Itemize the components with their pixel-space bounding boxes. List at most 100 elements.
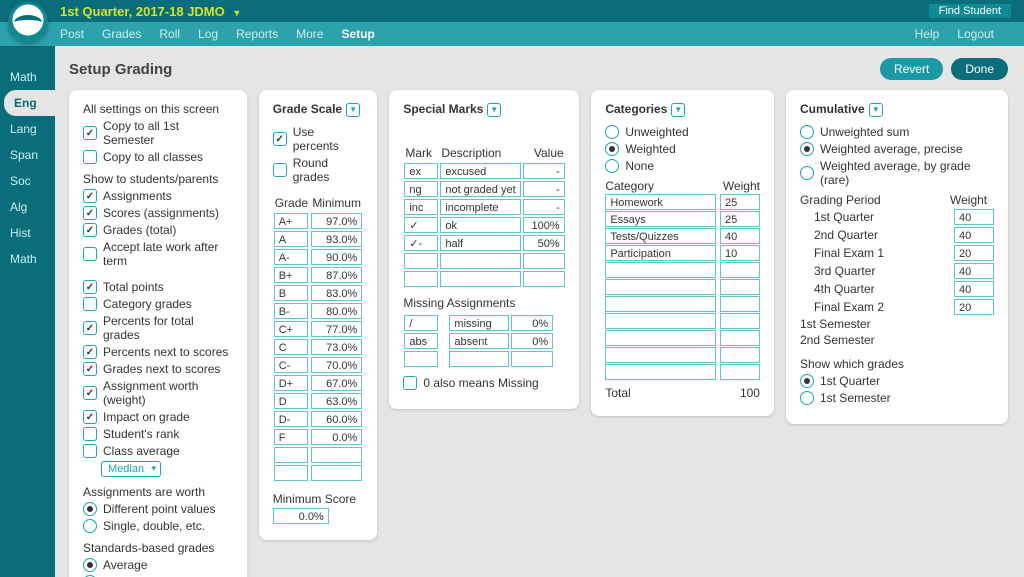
cat-weight-4[interactable] xyxy=(720,262,760,278)
cat-name-5[interactable] xyxy=(605,279,716,295)
copy-semester-checkbox[interactable] xyxy=(83,126,97,140)
mark-val-3[interactable]: 100% xyxy=(523,217,565,233)
min-cell-4[interactable]: 83.0% xyxy=(311,285,362,301)
zero-missing-checkbox[interactable] xyxy=(403,376,417,390)
mark-desc-5[interactable] xyxy=(440,253,520,269)
period-weight-0-2[interactable]: 20 xyxy=(954,245,994,261)
worth-opt-1-rad[interactable] xyxy=(83,519,97,533)
cat-mode-0-rad[interactable] xyxy=(605,125,619,139)
grade-cell-14[interactable] xyxy=(274,465,308,481)
grade-cell-9[interactable]: D+ xyxy=(274,375,308,391)
cumulative-dropdown-icon[interactable]: ▼ xyxy=(869,103,883,117)
min-cell-10[interactable]: 63.0% xyxy=(311,393,362,409)
grade-cell-1[interactable]: A xyxy=(274,231,308,247)
mark-val-1[interactable]: - xyxy=(523,181,565,197)
min-score-input[interactable]: 0.0% xyxy=(273,508,329,524)
grade-cell-0[interactable]: A+ xyxy=(274,213,308,229)
cat-mode-2-rad[interactable] xyxy=(605,159,619,173)
grade-cell-10[interactable]: D xyxy=(274,393,308,409)
done-button[interactable]: Done xyxy=(951,58,1008,80)
sidebar-item-soc-4[interactable]: Soc xyxy=(0,168,55,194)
missing-mark-2[interactable] xyxy=(404,351,438,367)
cat-weight-6[interactable] xyxy=(720,296,760,312)
round-grades-checkbox[interactable] xyxy=(273,163,287,177)
show-opt-2-chk[interactable] xyxy=(83,223,97,237)
sidebar-item-span-3[interactable]: Span xyxy=(0,142,55,168)
show-grade-1-rad[interactable] xyxy=(800,391,814,405)
nav-reports[interactable]: Reports xyxy=(236,27,278,41)
show-opt-3-chk[interactable] xyxy=(83,247,97,261)
cat-name-10[interactable] xyxy=(605,364,716,380)
display-opt-6-chk[interactable] xyxy=(83,410,97,424)
mark-desc-2[interactable]: incomplete xyxy=(440,199,520,215)
mark-mark-3[interactable]: ✓ xyxy=(404,217,438,233)
show-grade-0-rad[interactable] xyxy=(800,374,814,388)
sidebar-item-eng-1[interactable]: Eng xyxy=(4,90,55,116)
mark-mark-6[interactable] xyxy=(404,271,438,287)
mark-mark-0[interactable]: ex xyxy=(404,163,438,179)
missing-val-1[interactable]: 0% xyxy=(511,333,553,349)
min-cell-12[interactable]: 0.0% xyxy=(311,429,362,445)
sidebar-item-math-0[interactable]: Math xyxy=(0,64,55,90)
display-opt-5-chk[interactable] xyxy=(83,386,97,400)
nav-more[interactable]: More xyxy=(296,27,323,41)
display-opt-1-chk[interactable] xyxy=(83,297,97,311)
nav-logout[interactable]: Logout xyxy=(957,27,994,41)
min-cell-1[interactable]: 93.0% xyxy=(311,231,362,247)
mark-mark-4[interactable]: ✓- xyxy=(404,235,438,251)
mark-mark-5[interactable] xyxy=(404,253,438,269)
mark-mark-1[interactable]: ng xyxy=(404,181,438,197)
min-cell-0[interactable]: 97.0% xyxy=(311,213,362,229)
use-percents-checkbox[interactable] xyxy=(273,132,287,146)
cat-name-4[interactable] xyxy=(605,262,716,278)
cat-weight-7[interactable] xyxy=(720,313,760,329)
mark-val-0[interactable]: - xyxy=(523,163,565,179)
min-cell-14[interactable] xyxy=(311,465,362,481)
nav-grades[interactable]: Grades xyxy=(102,27,141,41)
cat-weight-5[interactable] xyxy=(720,279,760,295)
display-opt-8-chk[interactable] xyxy=(83,444,97,458)
mark-desc-4[interactable]: half xyxy=(440,235,520,251)
cat-name-2[interactable]: Tests/Quizzes xyxy=(605,228,716,244)
min-cell-3[interactable]: 87.0% xyxy=(311,267,362,283)
display-opt-2-chk[interactable] xyxy=(83,321,97,335)
display-opt-7-chk[interactable] xyxy=(83,427,97,441)
nav-log[interactable]: Log xyxy=(198,27,218,41)
cat-name-6[interactable] xyxy=(605,296,716,312)
cat-weight-9[interactable] xyxy=(720,347,760,363)
cat-name-7[interactable] xyxy=(605,313,716,329)
missing-val-0[interactable]: 0% xyxy=(511,315,553,331)
sidebar-item-math-7[interactable]: Math xyxy=(0,246,55,272)
display-opt-3-chk[interactable] xyxy=(83,345,97,359)
display-opt-0-chk[interactable] xyxy=(83,280,97,294)
nav-help[interactable]: Help xyxy=(915,27,940,41)
worth-opt-0-rad[interactable] xyxy=(83,502,97,516)
show-opt-0-chk[interactable] xyxy=(83,189,97,203)
revert-button[interactable]: Revert xyxy=(880,58,943,80)
cat-weight-1[interactable]: 25 xyxy=(720,211,760,227)
mark-mark-2[interactable]: inc xyxy=(404,199,438,215)
cat-weight-3[interactable]: 10 xyxy=(720,245,760,261)
grade-cell-2[interactable]: A- xyxy=(274,249,308,265)
grade-cell-8[interactable]: C- xyxy=(274,357,308,373)
cat-weight-2[interactable]: 40 xyxy=(720,228,760,244)
period-weight-0-1[interactable]: 40 xyxy=(954,227,994,243)
find-student-button[interactable]: Find Student xyxy=(928,3,1012,19)
mark-val-2[interactable]: - xyxy=(523,199,565,215)
period-weight-1-0[interactable]: 40 xyxy=(954,263,994,279)
mark-desc-6[interactable] xyxy=(440,271,520,287)
categories-dropdown-icon[interactable]: ▼ xyxy=(671,103,685,117)
show-opt-1-chk[interactable] xyxy=(83,206,97,220)
period-weight-1-2[interactable]: 20 xyxy=(954,299,994,315)
sidebar-item-lang-2[interactable]: Lang xyxy=(0,116,55,142)
display-opt-4-chk[interactable] xyxy=(83,362,97,376)
std-opt-0-rad[interactable] xyxy=(83,558,97,572)
grade-scale-dropdown-icon[interactable]: ▼ xyxy=(346,103,360,117)
class-average-select[interactable]: Median xyxy=(101,461,161,477)
period-weight-0-0[interactable]: 40 xyxy=(954,209,994,225)
mark-val-5[interactable] xyxy=(523,253,565,269)
missing-val-2[interactable] xyxy=(511,351,553,367)
grade-cell-3[interactable]: B+ xyxy=(274,267,308,283)
sidebar-item-alg-5[interactable]: Alg xyxy=(0,194,55,220)
cat-mode-1-rad[interactable] xyxy=(605,142,619,156)
